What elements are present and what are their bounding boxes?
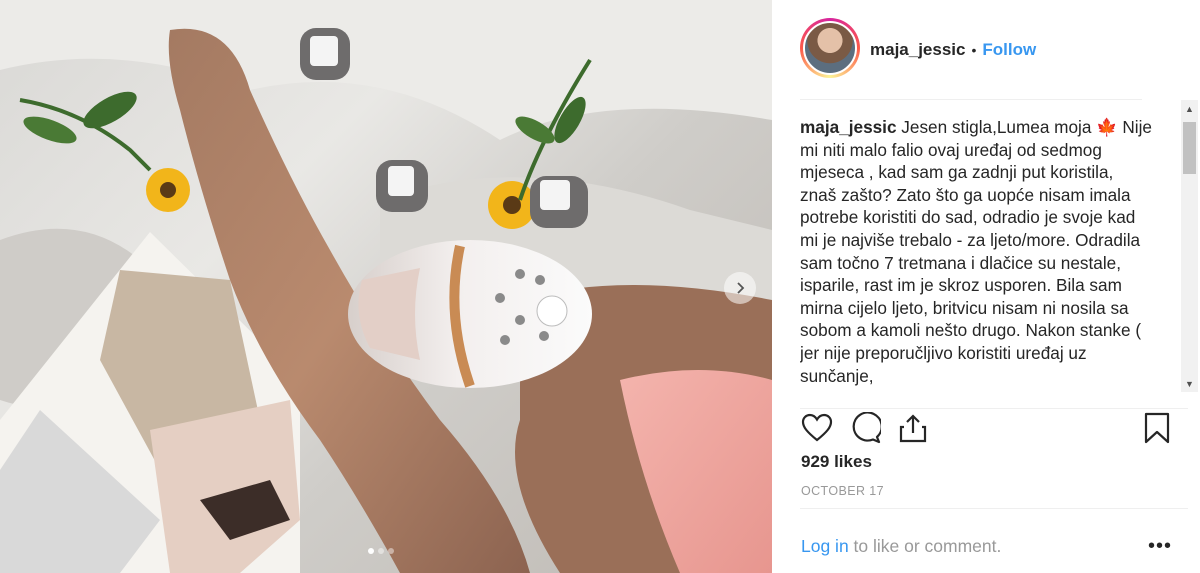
caption: maja_jessic Jesen stigla,Lumea moja 🍁 Ni…: [800, 116, 1152, 387]
username[interactable]: maja_jessic: [870, 40, 965, 60]
carousel-indicator: [368, 548, 394, 554]
caption-area[interactable]: maja_jessic Jesen stigla,Lumea moja 🍁 Ni…: [800, 116, 1184, 400]
avatar[interactable]: [800, 18, 860, 78]
login-prompt-text: to like or comment.: [848, 536, 1002, 556]
chevron-right-icon: [737, 282, 745, 294]
caption-text: Jesen stigla,Lumea moja 🍁 Nije mi niti m…: [800, 117, 1152, 386]
share-button[interactable]: [896, 411, 930, 445]
scroll-thumb[interactable]: [1183, 122, 1196, 174]
avatar-image: [803, 21, 857, 75]
carousel-dot-1: [368, 548, 374, 554]
post-sidebar: maja_jessic • Follow maja_jessic Jesen s…: [772, 0, 1200, 573]
login-prompt: Log in to like or comment.: [801, 536, 1001, 557]
bookmark-icon: [1144, 412, 1170, 444]
caption-scrollbar[interactable]: ▲ ▼: [1181, 100, 1198, 392]
carousel-dot-2: [378, 548, 384, 554]
scroll-up-arrow[interactable]: ▲: [1181, 100, 1198, 117]
login-link[interactable]: Log in: [801, 536, 849, 556]
flower-1: [146, 168, 190, 212]
caption-username[interactable]: maja_jessic: [800, 117, 897, 137]
heart-icon: [801, 413, 833, 442]
comment-icon: [852, 412, 881, 444]
share-icon: [899, 414, 927, 443]
post-header: maja_jessic • Follow: [800, 18, 1142, 100]
flower-2: [488, 181, 536, 229]
scroll-down-arrow[interactable]: ▼: [1181, 375, 1198, 392]
action-bar: [800, 408, 1188, 445]
follow-button[interactable]: Follow: [982, 40, 1036, 60]
save-button[interactable]: [1140, 411, 1174, 445]
comment-button[interactable]: [848, 411, 882, 445]
post-date[interactable]: OCTOBER 17: [801, 484, 884, 498]
more-options-button[interactable]: •••: [1148, 535, 1172, 558]
photo-illustration: [0, 0, 772, 573]
separator-dot: •: [971, 42, 977, 58]
post-photo[interactable]: [0, 0, 772, 573]
carousel-dot-3: [388, 548, 394, 554]
header-text: maja_jessic • Follow: [870, 40, 1036, 60]
next-photo-button[interactable]: [724, 272, 756, 304]
like-count[interactable]: 929 likes: [801, 452, 872, 472]
comment-footer: Log in to like or comment. •••: [800, 508, 1188, 573]
like-button[interactable]: [800, 411, 834, 445]
